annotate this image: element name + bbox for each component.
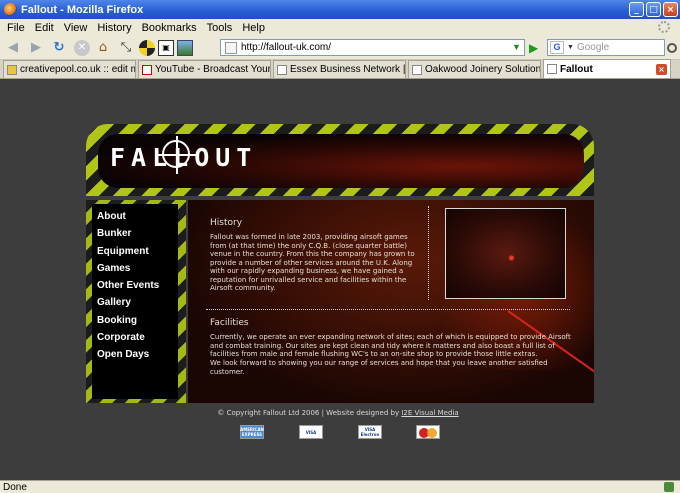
nav-open-days[interactable]: Open Days (97, 346, 178, 363)
search-placeholder[interactable]: Google (577, 42, 609, 53)
menu-bookmarks[interactable]: Bookmarks (142, 22, 197, 34)
menu-tools[interactable]: Tools (207, 22, 233, 34)
screenshot-tool-icon[interactable]: ▣ (158, 39, 174, 56)
footer-copyright: © Copyright Fallout Ltd 2006 | Website d… (217, 409, 402, 417)
amex-card-icon: AMERICAN EXPRESS (240, 425, 264, 439)
crosshair-icon (158, 136, 196, 174)
mastercard-icon (416, 425, 440, 439)
facilities-text: Currently, we operate an ever expanding … (210, 333, 571, 358)
close-tab-icon[interactable]: × (656, 64, 667, 75)
visa-electron-card-icon: VISA Electron (358, 425, 382, 439)
navigation-toolbar: ◀ ▶ ↻ ✕ ⌂ ⤡ ▣ http://fallout-uk.com/ ▼ ▶… (0, 36, 680, 60)
addon-status-icon[interactable] (664, 482, 674, 492)
creativepool-favicon-icon (7, 64, 17, 75)
nav-about[interactable]: About (97, 208, 178, 225)
nav-bunker[interactable]: Bunker (97, 225, 178, 242)
nav-booking[interactable]: Booking (97, 312, 178, 329)
site-banner: FALLOUT (86, 124, 594, 196)
nav-equipment[interactable]: Equipment (97, 243, 178, 260)
page-favicon-icon (412, 64, 422, 75)
menu-edit[interactable]: Edit (35, 22, 54, 34)
close-window-button[interactable]: × (663, 2, 678, 17)
search-box[interactable]: G ▼ Google (547, 39, 665, 56)
tab-essex-business[interactable]: Essex Business Network | B... (273, 60, 406, 78)
facilities-heading: Facilities (210, 318, 249, 328)
stop-icon[interactable]: ✕ (74, 39, 90, 56)
status-text: Done (3, 481, 27, 493)
search-icon[interactable] (667, 43, 677, 53)
page-favicon-icon (547, 64, 557, 74)
back-arrow-icon[interactable]: ◀ (3, 39, 23, 57)
nav-panel: About Bunker Equipment Games Other Event… (92, 204, 178, 399)
tab-youtube[interactable]: YouTube - Broadcast Yourself. (138, 60, 271, 78)
window-title: Fallout - Mozilla Firefox (21, 3, 144, 16)
menu-help[interactable]: Help (242, 22, 265, 34)
bunker-photo (445, 208, 566, 299)
facilities-text-2: We look forward to showing you our range… (210, 359, 548, 376)
nav-other-events[interactable]: Other Events (97, 277, 178, 294)
history-text: Fallout was formed in late 2003, providi… (210, 233, 415, 292)
horizontal-divider (206, 309, 570, 310)
menu-history[interactable]: History (97, 22, 131, 34)
menu-file[interactable]: File (7, 22, 25, 34)
nav-corporate[interactable]: Corporate (97, 329, 178, 346)
menu-bar: File Edit View History Bookmarks Tools H… (0, 19, 680, 36)
forward-arrow-icon[interactable]: ▶ (26, 39, 46, 57)
tab-creativepool[interactable]: creativepool.co.uk :: edit m... (3, 60, 136, 78)
page-favicon-icon (277, 64, 287, 75)
history-heading: History (210, 218, 243, 228)
crash-test-icon[interactable] (139, 39, 155, 56)
vertical-divider (428, 206, 429, 300)
tab-fallout[interactable]: Fallout (543, 59, 671, 78)
web-tool-icon[interactable] (177, 39, 193, 56)
menu-view[interactable]: View (64, 22, 88, 34)
go-button-icon[interactable]: ▶ (529, 41, 543, 55)
reload-icon[interactable]: ↻ (49, 39, 69, 57)
tab-oakwood[interactable]: Oakwood Joinery Solutions ... (408, 60, 541, 78)
firefox-icon (4, 3, 17, 16)
url-dropdown-icon[interactable]: ▼ (512, 42, 522, 53)
visa-card-icon: VISA (299, 425, 323, 439)
nav-games[interactable]: Games (97, 260, 178, 277)
main-content: History Fallout was formed in late 2003,… (188, 200, 594, 403)
page-favicon-icon (225, 41, 237, 54)
engine-dropdown-icon[interactable]: ▼ (567, 44, 574, 51)
throbber-icon (658, 21, 670, 33)
nav-gallery[interactable]: Gallery (97, 294, 178, 311)
google-engine-icon[interactable]: G (550, 41, 564, 54)
footer-designer-link[interactable]: I2E Visual Media (401, 409, 458, 417)
resize-tool-icon[interactable]: ⤡ (116, 39, 136, 57)
minimize-button[interactable]: _ (629, 2, 644, 17)
youtube-favicon-icon (142, 64, 152, 75)
site-nav: About Bunker Equipment Games Other Event… (86, 200, 186, 403)
status-bar: Done (0, 480, 680, 493)
home-icon[interactable]: ⌂ (93, 39, 113, 57)
site-footer: © Copyright Fallout Ltd 2006 | Website d… (188, 409, 488, 417)
tab-bar: creativepool.co.uk :: edit m... YouTube … (0, 59, 680, 79)
mastercard-orange-circle (427, 428, 437, 438)
url-bar[interactable]: http://fallout-uk.com/ ▼ (220, 39, 525, 56)
window-titlebar: Fallout - Mozilla Firefox _ □ × (0, 0, 680, 19)
url-text[interactable]: http://fallout-uk.com/ (241, 42, 331, 53)
maximize-button[interactable]: □ (646, 2, 661, 17)
web-page: FALLOUT About Bunker Equipment Games Oth… (0, 80, 680, 480)
